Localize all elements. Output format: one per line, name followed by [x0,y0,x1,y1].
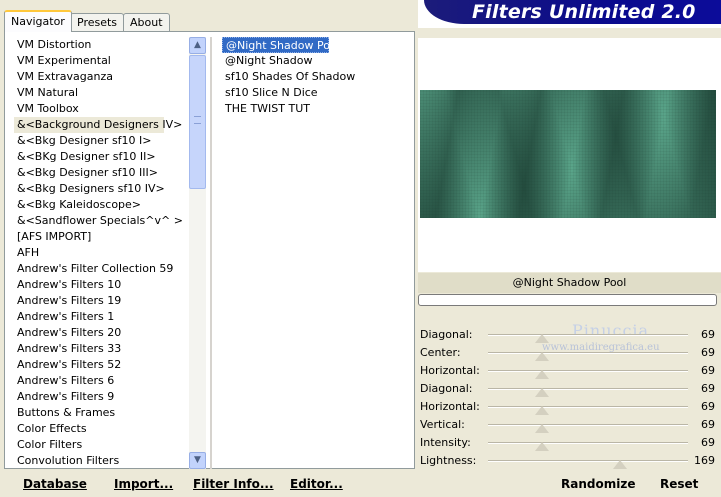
database-button[interactable]: Database [23,477,87,491]
filter-preview-image [420,90,716,218]
slider-track[interactable] [488,442,688,444]
editor-button[interactable]: Editor... [290,477,343,491]
slider-thumb[interactable] [535,334,549,343]
category-item[interactable]: &<Bkg Designer sf10 III> [14,165,184,181]
import-button[interactable]: Import... [114,477,173,491]
parameter-label: Diagonal: [420,382,473,395]
preview-area [418,38,721,272]
parameter-value: 69 [701,328,715,341]
parameter-label: Lightness: [420,454,477,467]
tab-presets[interactable]: Presets [70,13,125,32]
parameter-row: Horizontal: 69 [418,362,721,380]
slider-thumb[interactable] [535,424,549,433]
slider-thumb[interactable] [535,388,549,397]
chevron-down-icon[interactable]: ▼ [189,452,206,469]
category-item[interactable]: Andrew's Filters 9 [14,389,184,405]
filter-list[interactable]: @Night Shadow Pool @Night Shadow sf10 Shad… [222,37,412,117]
slider-track[interactable] [488,406,688,408]
category-item[interactable]: &<Sandflower Specials^v^ > [14,213,184,229]
slider-track[interactable] [488,460,688,462]
parameter-value: 69 [701,346,715,359]
category-item[interactable]: Andrew's Filter Collection 59 [14,261,184,277]
parameter-row: Horizontal: 69 [418,398,721,416]
parameter-label: Intensity: [420,436,471,449]
category-list[interactable]: VM Distortion VM Experimental VM Extravaga… [14,37,184,469]
app-title-banner: Filters Unlimited 2.0 [424,0,721,24]
category-item[interactable]: Andrew's Filters 20 [14,325,184,341]
filter-item[interactable]: @Night Shadow [222,53,412,69]
category-item[interactable]: Andrew's Filters 19 [14,293,184,309]
category-item[interactable]: VM Toolbox [14,101,184,117]
parameter-value: 69 [701,436,715,449]
navigator-panel: VM Distortion VM Experimental VM Extravaga… [4,31,415,469]
slider-track[interactable] [488,352,688,354]
filter-item[interactable]: @Night Shadow Pool [222,37,340,53]
category-item[interactable]: &<Bkg Designer sf10 I> [14,133,184,149]
parameter-row: Lightness: 169 [418,452,721,470]
category-item[interactable]: Color Effects [14,421,184,437]
slider-track[interactable] [488,424,688,426]
parameter-value: 69 [701,418,715,431]
parameter-label: Center: [420,346,461,359]
slider-thumb[interactable] [535,406,549,415]
slider-track[interactable] [488,370,688,372]
slider-track[interactable] [488,388,688,390]
category-item[interactable]: Andrew's Filters 33 [14,341,184,357]
chevron-up-icon[interactable]: ▲ [189,37,206,54]
scroll-thumb[interactable] [189,55,206,189]
category-item[interactable]: Andrew's Filters 6 [14,373,184,389]
category-item[interactable]: Andrew's Filters 10 [14,277,184,293]
parameter-sliders: Diagonal: 69 Center: 69 Horizontal: 69 Diagona… [418,326,721,470]
parameter-row: Diagonal: 69 [418,326,721,344]
parameter-value: 69 [701,364,715,377]
parameter-row: Intensity: 69 [418,434,721,452]
parameter-label: Vertical: [420,418,465,431]
parameter-label: Horizontal: [420,364,480,377]
slider-thumb[interactable] [535,442,549,451]
category-item[interactable]: AFH [14,245,184,261]
parameter-value: 69 [701,382,715,395]
parameter-row: Center: 69 [418,344,721,362]
parameter-value: 69 [701,400,715,413]
category-item[interactable]: Buttons & Frames [14,405,184,421]
filter-item[interactable]: sf10 Shades Of Shadow [222,69,412,85]
reset-button[interactable]: Reset [660,477,698,491]
slider-track[interactable] [488,334,688,336]
slider-thumb[interactable] [613,460,627,469]
parameter-label: Horizontal: [420,400,480,413]
category-scrollbar[interactable]: ▲ ▼ [189,37,206,469]
list-divider [210,37,212,469]
parameter-row: Vertical: 69 [418,416,721,434]
category-item[interactable]: &<Bkg Designers sf10 IV> [14,181,184,197]
category-item[interactable]: VM Distortion [14,37,184,53]
category-item[interactable]: Color Filters [14,437,184,453]
parameter-row: Diagonal: 69 [418,380,721,398]
category-item[interactable]: Andrew's Filters 52 [14,357,184,373]
filter-item[interactable]: sf10 Slice N Dice [222,85,412,101]
category-item[interactable]: VM Experimental [14,53,184,69]
category-item[interactable]: Convolution Filters [14,453,184,469]
parameter-value: 169 [694,454,715,467]
grip-icon [194,116,201,124]
slider-thumb[interactable] [535,352,549,361]
tab-about[interactable]: About [123,13,170,32]
app-title: Filters Unlimited 2.0 [472,1,696,23]
filter-info-button[interactable]: Filter Info... [193,477,274,491]
category-item[interactable]: &<Bkg Kaleidoscope> [14,197,184,213]
slider-thumb[interactable] [535,370,549,379]
category-item[interactable]: &<Background Designers IV> [14,117,182,133]
category-item[interactable]: [AFS IMPORT] [14,229,184,245]
selected-filter-name: @Night Shadow Pool [418,273,721,293]
category-item[interactable]: &<BKg Designer sf10 II> [14,149,184,165]
bottom-toolbar: Database Import... Filter Info... Editor… [0,471,721,497]
category-item[interactable]: VM Natural [14,85,184,101]
tab-navigator[interactable]: Navigator [4,10,72,32]
progress-bar [418,294,717,306]
parameter-label: Diagonal: [420,328,473,341]
category-item[interactable]: VM Extravaganza [14,69,184,85]
randomize-button[interactable]: Randomize [561,477,635,491]
filter-item[interactable]: THE TWIST TUT [222,101,412,117]
category-item[interactable]: Andrew's Filters 1 [14,309,184,325]
